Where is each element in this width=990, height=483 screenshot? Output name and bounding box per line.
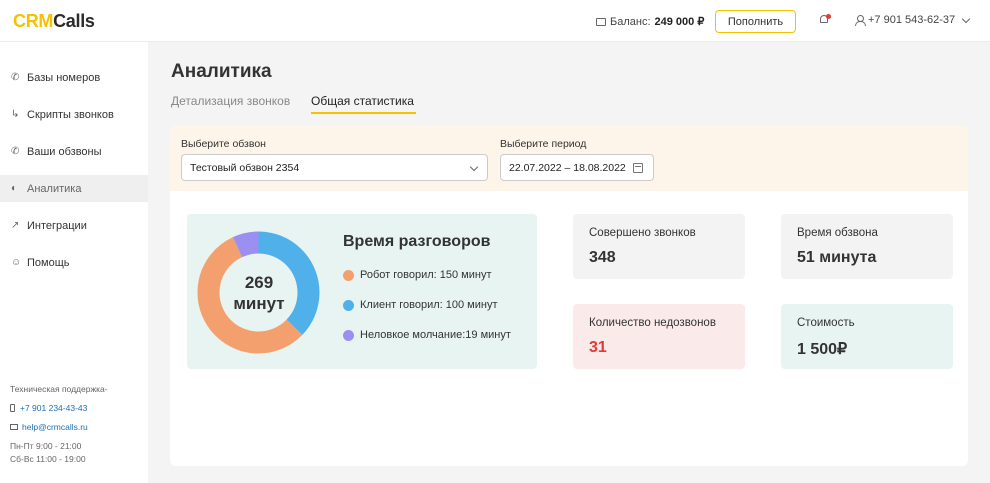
sidebar-item-call-scripts[interactable]: ↳ Скрипты звонков xyxy=(0,101,148,128)
sidebar-item-number-bases[interactable]: ✆ Базы номеров xyxy=(0,64,148,91)
sidebar-item-label: Базы номеров xyxy=(27,71,101,84)
balance: Баланс: 249 000 ₽ xyxy=(596,15,704,28)
logo-part-calls: Calls xyxy=(53,11,95,31)
user-phone: +7 901 543-62-37 xyxy=(868,14,956,26)
stat-value: 348 xyxy=(589,249,616,266)
stat-card-cost: Стоимость 1 500₽ xyxy=(781,304,953,369)
tab-call-details[interactable]: Детализация звонков xyxy=(171,94,290,108)
legend-dot-silence xyxy=(343,329,354,341)
stat-label: Стоимость xyxy=(797,317,855,329)
support-title: Техническая поддержка- xyxy=(10,384,108,394)
phone-outgoing-icon: ✆ xyxy=(11,145,20,157)
support-hours-weekdays: Пн-Пт 9:00 - 21:00 xyxy=(10,441,82,451)
stat-label: Совершено звонков xyxy=(589,227,696,239)
legend-item-silence: Неловкое молчание:19 минут xyxy=(343,329,511,341)
stat-label: Время обзвона xyxy=(797,227,878,239)
chevron-down-icon xyxy=(961,14,971,23)
legend-label: Неловкое молчание:19 минут xyxy=(360,329,511,341)
sidebar-item-label: Аналитика xyxy=(27,182,82,195)
logo-part-crm: CRM xyxy=(13,11,54,31)
stat-label: Количество недозвонов xyxy=(589,317,716,329)
legend-item-robot: Робот говорил: 150 минут xyxy=(343,269,492,281)
calendar-icon xyxy=(633,163,643,173)
sidebar-item-integrations[interactable]: ↗ Интеграции xyxy=(0,212,148,239)
notification-dot xyxy=(826,14,831,19)
donut-center-label: 269 минут xyxy=(209,272,309,314)
stat-card-campaign-time: Время обзвона 51 минута xyxy=(781,214,953,279)
page-title: Аналитика xyxy=(171,61,272,82)
user-menu[interactable]: +7 901 543-62-37 xyxy=(855,14,971,26)
period-label: Выберите период xyxy=(500,138,587,150)
sidebar-item-label: Помощь xyxy=(27,256,70,269)
total-minutes-unit: минут xyxy=(233,294,285,313)
campaign-select[interactable]: Тестовый обзвон 2354 xyxy=(181,154,488,181)
stat-value: 31 xyxy=(589,339,607,356)
support-hours-weekend: Сб-Вс 11:00 - 19:00 xyxy=(10,454,86,464)
top-bar: CRMCalls Баланс: 249 000 ₽ Пополнить +7 … xyxy=(0,0,990,42)
mail-icon xyxy=(10,424,18,430)
analytics-icon: ◐ xyxy=(11,182,18,194)
period-date-picker[interactable]: 22.07.2022 – 18.08.2022 xyxy=(500,154,654,181)
logo[interactable]: CRMCalls xyxy=(13,11,95,32)
legend-label: Клиент говорил: 100 минут xyxy=(360,299,498,311)
stat-value: 1 500₽ xyxy=(797,341,848,358)
stat-value: 51 минута xyxy=(797,249,877,266)
legend-dot-client xyxy=(343,299,354,311)
phone-plus-icon: ✆ xyxy=(11,71,20,83)
sidebar-item-label: Ваши обзвоны xyxy=(27,145,102,158)
support-phone[interactable]: +7 901 234-43-43 xyxy=(10,404,87,413)
total-minutes-value: 269 xyxy=(244,273,274,292)
integrations-icon: ↗ xyxy=(11,219,20,231)
support-email[interactable]: help@crmcalls.ru xyxy=(10,423,88,432)
notification-bell-icon[interactable] xyxy=(820,14,831,25)
active-tab-indicator xyxy=(311,112,416,114)
talk-time-title: Время разговоров xyxy=(343,233,491,250)
user-icon xyxy=(855,15,866,26)
balance-label: Баланс: xyxy=(610,15,651,28)
sidebar-item-analytics[interactable]: ◐ Аналитика xyxy=(0,175,148,202)
sidebar-item-help[interactable]: ☺ Помощь xyxy=(0,249,148,276)
wallet-icon xyxy=(596,17,606,26)
topup-button[interactable]: Пополнить xyxy=(715,10,796,33)
sidebar-item-label: Интеграции xyxy=(27,219,87,232)
balance-value: 249 000 ₽ xyxy=(654,16,705,28)
stat-card-missed-calls: Количество недозвонов 31 xyxy=(573,304,745,369)
support-email-link[interactable]: help@crmcalls.ru xyxy=(22,422,88,432)
script-icon: ↳ xyxy=(11,108,20,120)
legend-label: Робот говорил: 150 минут xyxy=(360,269,492,281)
period-value: 22.07.2022 – 18.08.2022 xyxy=(509,161,626,174)
campaign-select-value: Тестовый обзвон 2354 xyxy=(190,161,300,174)
sidebar-item-label: Скрипты звонков xyxy=(27,108,114,121)
help-icon: ☺ xyxy=(11,256,22,268)
tab-general-stats[interactable]: Общая статистика xyxy=(311,94,414,108)
sidebar-item-campaigns[interactable]: ✆ Ваши обзвоны xyxy=(0,138,148,165)
support-phone-link[interactable]: +7 901 234-43-43 xyxy=(20,403,87,413)
stat-card-calls-made: Совершено звонков 348 xyxy=(573,214,745,279)
legend-dot-robot xyxy=(343,269,354,281)
phone-icon xyxy=(10,404,15,412)
sidebar: ✆ Базы номеров ↳ Скрипты звонков ✆ Ваши … xyxy=(0,42,148,483)
campaign-select-label: Выберите обзвон xyxy=(181,138,266,150)
legend-item-client: Клиент говорил: 100 минут xyxy=(343,299,498,311)
chevron-down-icon xyxy=(469,162,479,172)
